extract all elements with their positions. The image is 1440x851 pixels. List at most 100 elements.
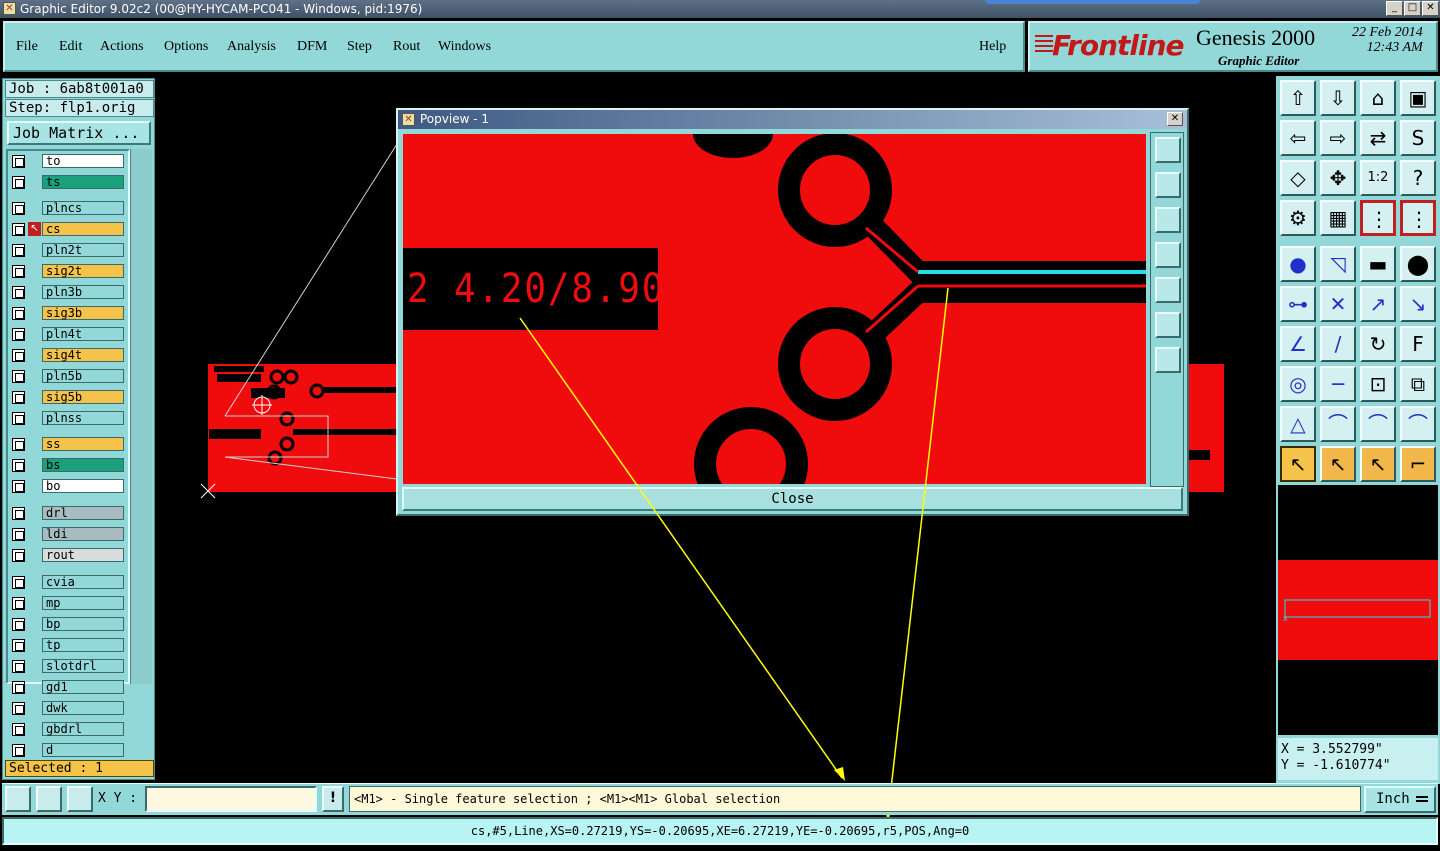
- layer-checkbox[interactable]: [12, 597, 25, 610]
- layer-name[interactable]: d: [42, 743, 124, 757]
- layer-list[interactable]: to ts plncs ↖ cs pln2t sig2t pln3b sig3b pln4t sig…: [6, 149, 130, 757]
- layer-row-ldi[interactable]: ldi: [10, 527, 126, 541]
- tool-draw-line-icon[interactable]: ◹: [1320, 246, 1356, 282]
- menu-options[interactable]: Options: [164, 39, 208, 55]
- layer-name[interactable]: cs: [42, 222, 124, 236]
- layer-row-tp[interactable]: tp: [10, 638, 126, 652]
- popview-tool-right-icon[interactable]: [1155, 277, 1181, 303]
- layer-name[interactable]: bp: [42, 617, 124, 631]
- layer-name[interactable]: ldi: [42, 527, 124, 541]
- layer-name[interactable]: sig4t: [42, 348, 124, 362]
- layer-checkbox[interactable]: [12, 480, 25, 493]
- layer-checkbox[interactable]: [12, 370, 25, 383]
- layer-row-cvia[interactable]: cvia: [10, 575, 126, 589]
- layer-checkbox[interactable]: [12, 223, 25, 236]
- tool-snap-icon[interactable]: ⋮: [1360, 200, 1396, 236]
- layer-row-slotdrl[interactable]: slotdrl: [10, 659, 126, 673]
- popview-tool-zoom-in-icon[interactable]: [1155, 312, 1181, 338]
- tool-ratio-icon[interactable]: 1:2: [1360, 160, 1396, 196]
- menu-file[interactable]: File: [16, 39, 38, 55]
- menu-analysis[interactable]: Analysis: [227, 39, 276, 55]
- layer-name[interactable]: bo: [42, 479, 124, 493]
- layer-checkbox[interactable]: [12, 412, 25, 425]
- tool-line-icon[interactable]: /: [1320, 326, 1356, 362]
- layer-checkbox[interactable]: [12, 328, 25, 341]
- popview-close-x[interactable]: ✕: [1167, 112, 1183, 126]
- tool-triangle-icon[interactable]: △: [1280, 406, 1316, 442]
- tool-arch-small-icon[interactable]: ⌒: [1400, 406, 1436, 442]
- tool-center-icon[interactable]: ✥: [1320, 160, 1356, 196]
- layer-checkbox[interactable]: [12, 723, 25, 736]
- menu-windows[interactable]: Windows: [438, 39, 491, 55]
- layer-row-to[interactable]: to: [10, 154, 126, 168]
- layer-checkbox[interactable]: [12, 459, 25, 472]
- layer-checkbox[interactable]: [12, 286, 25, 299]
- tool-select-box-icon[interactable]: ↖: [1320, 446, 1356, 482]
- layer-row-dwk[interactable]: dwk: [10, 701, 126, 715]
- tool-delete-node-icon[interactable]: ✕: [1320, 286, 1356, 322]
- layer-row-ss[interactable]: ss: [10, 437, 126, 451]
- tool-measure-box-icon[interactable]: ⊡: [1360, 366, 1396, 402]
- tool-help-icon[interactable]: ?: [1400, 160, 1436, 196]
- layer-checkbox[interactable]: [12, 549, 25, 562]
- tool-tools-icon[interactable]: ⚙: [1280, 200, 1316, 236]
- tool-circle-node-icon[interactable]: ◎: [1280, 366, 1316, 402]
- tool-extend-node-icon[interactable]: ↘: [1400, 286, 1436, 322]
- layer-checkbox[interactable]: [12, 176, 25, 189]
- layer-name[interactable]: gd1: [42, 680, 124, 694]
- tool-node-icon[interactable]: ⊶: [1280, 286, 1316, 322]
- popview-tool-up-icon[interactable]: [1155, 172, 1181, 198]
- layer-name[interactable]: plnss: [42, 411, 124, 425]
- close-window-button[interactable]: ✕: [1422, 1, 1439, 16]
- measure-icon[interactable]: [36, 786, 62, 812]
- layer-row-mp[interactable]: mp: [10, 596, 126, 610]
- layer-name[interactable]: pln2t: [42, 243, 124, 257]
- tool-copy-icon[interactable]: ⧉: [1400, 366, 1436, 402]
- layer-checkbox[interactable]: [12, 639, 25, 652]
- grid-snap-icon[interactable]: [67, 786, 93, 812]
- tool-cut-icon[interactable]: ─: [1320, 366, 1356, 402]
- tool-select-path-icon[interactable]: ⌐: [1400, 446, 1436, 482]
- layer-checkbox[interactable]: [12, 307, 25, 320]
- layer-checkbox[interactable]: [12, 507, 25, 520]
- tool-select-net-icon[interactable]: ↖: [1360, 446, 1396, 482]
- popview-titlebar[interactable]: ✕ Popview - 1 ✕: [398, 110, 1187, 129]
- layer-name[interactable]: drl: [42, 506, 124, 520]
- menu-actions[interactable]: Actions: [100, 39, 144, 55]
- layer-checkbox[interactable]: [12, 660, 25, 673]
- layer-row-rout[interactable]: rout: [10, 548, 126, 562]
- layer-checkbox[interactable]: [12, 202, 25, 215]
- tool-window-icon[interactable]: ▣: [1400, 80, 1436, 116]
- layer-checkbox[interactable]: [12, 438, 25, 451]
- tool-open-icon[interactable]: ⇧: [1280, 80, 1316, 116]
- tool-step-icon[interactable]: S: [1400, 120, 1436, 156]
- tool-angle-icon[interactable]: ∠: [1280, 326, 1316, 362]
- tool-home-icon[interactable]: ⌂: [1360, 80, 1396, 116]
- layer-row-sig4t[interactable]: sig4t: [10, 348, 126, 362]
- layer-name[interactable]: rout: [42, 548, 124, 562]
- minimize-button[interactable]: _: [1386, 1, 1403, 16]
- tool-arch-alt-icon[interactable]: ⌒: [1360, 406, 1396, 442]
- layer-row-pln4t[interactable]: pln4t: [10, 327, 126, 341]
- tool-add-pad-icon[interactable]: ●: [1280, 246, 1316, 282]
- layer-row-pln2t[interactable]: pln2t: [10, 243, 126, 257]
- xy-input[interactable]: [145, 786, 317, 812]
- layer-checkbox[interactable]: [12, 155, 25, 168]
- layer-row-pln5b[interactable]: pln5b: [10, 369, 126, 383]
- menu-step[interactable]: Step: [347, 39, 372, 55]
- layer-row-sig3b[interactable]: sig3b: [10, 306, 126, 320]
- layer-name[interactable]: ts: [42, 175, 124, 189]
- tool-arch-icon[interactable]: ⌒: [1320, 406, 1356, 442]
- layer-row-bo[interactable]: bo: [10, 479, 126, 493]
- tool-select-icon[interactable]: ↖: [1280, 446, 1316, 482]
- layer-checkbox[interactable]: [12, 265, 25, 278]
- tool-move-node-icon[interactable]: ↗: [1360, 286, 1396, 322]
- layer-row-gbdrl[interactable]: gbdrl: [10, 722, 126, 736]
- menu-rout[interactable]: Rout: [393, 39, 420, 55]
- menu-dfm[interactable]: DFM: [297, 39, 327, 55]
- overview-map[interactable]: x: [1278, 485, 1438, 735]
- tool-fit-icon[interactable]: ◇: [1280, 160, 1316, 196]
- layer-row-bp[interactable]: bp: [10, 617, 126, 631]
- layer-row-gd1[interactable]: gd1: [10, 680, 126, 694]
- layer-row-plncs[interactable]: plncs: [10, 201, 126, 215]
